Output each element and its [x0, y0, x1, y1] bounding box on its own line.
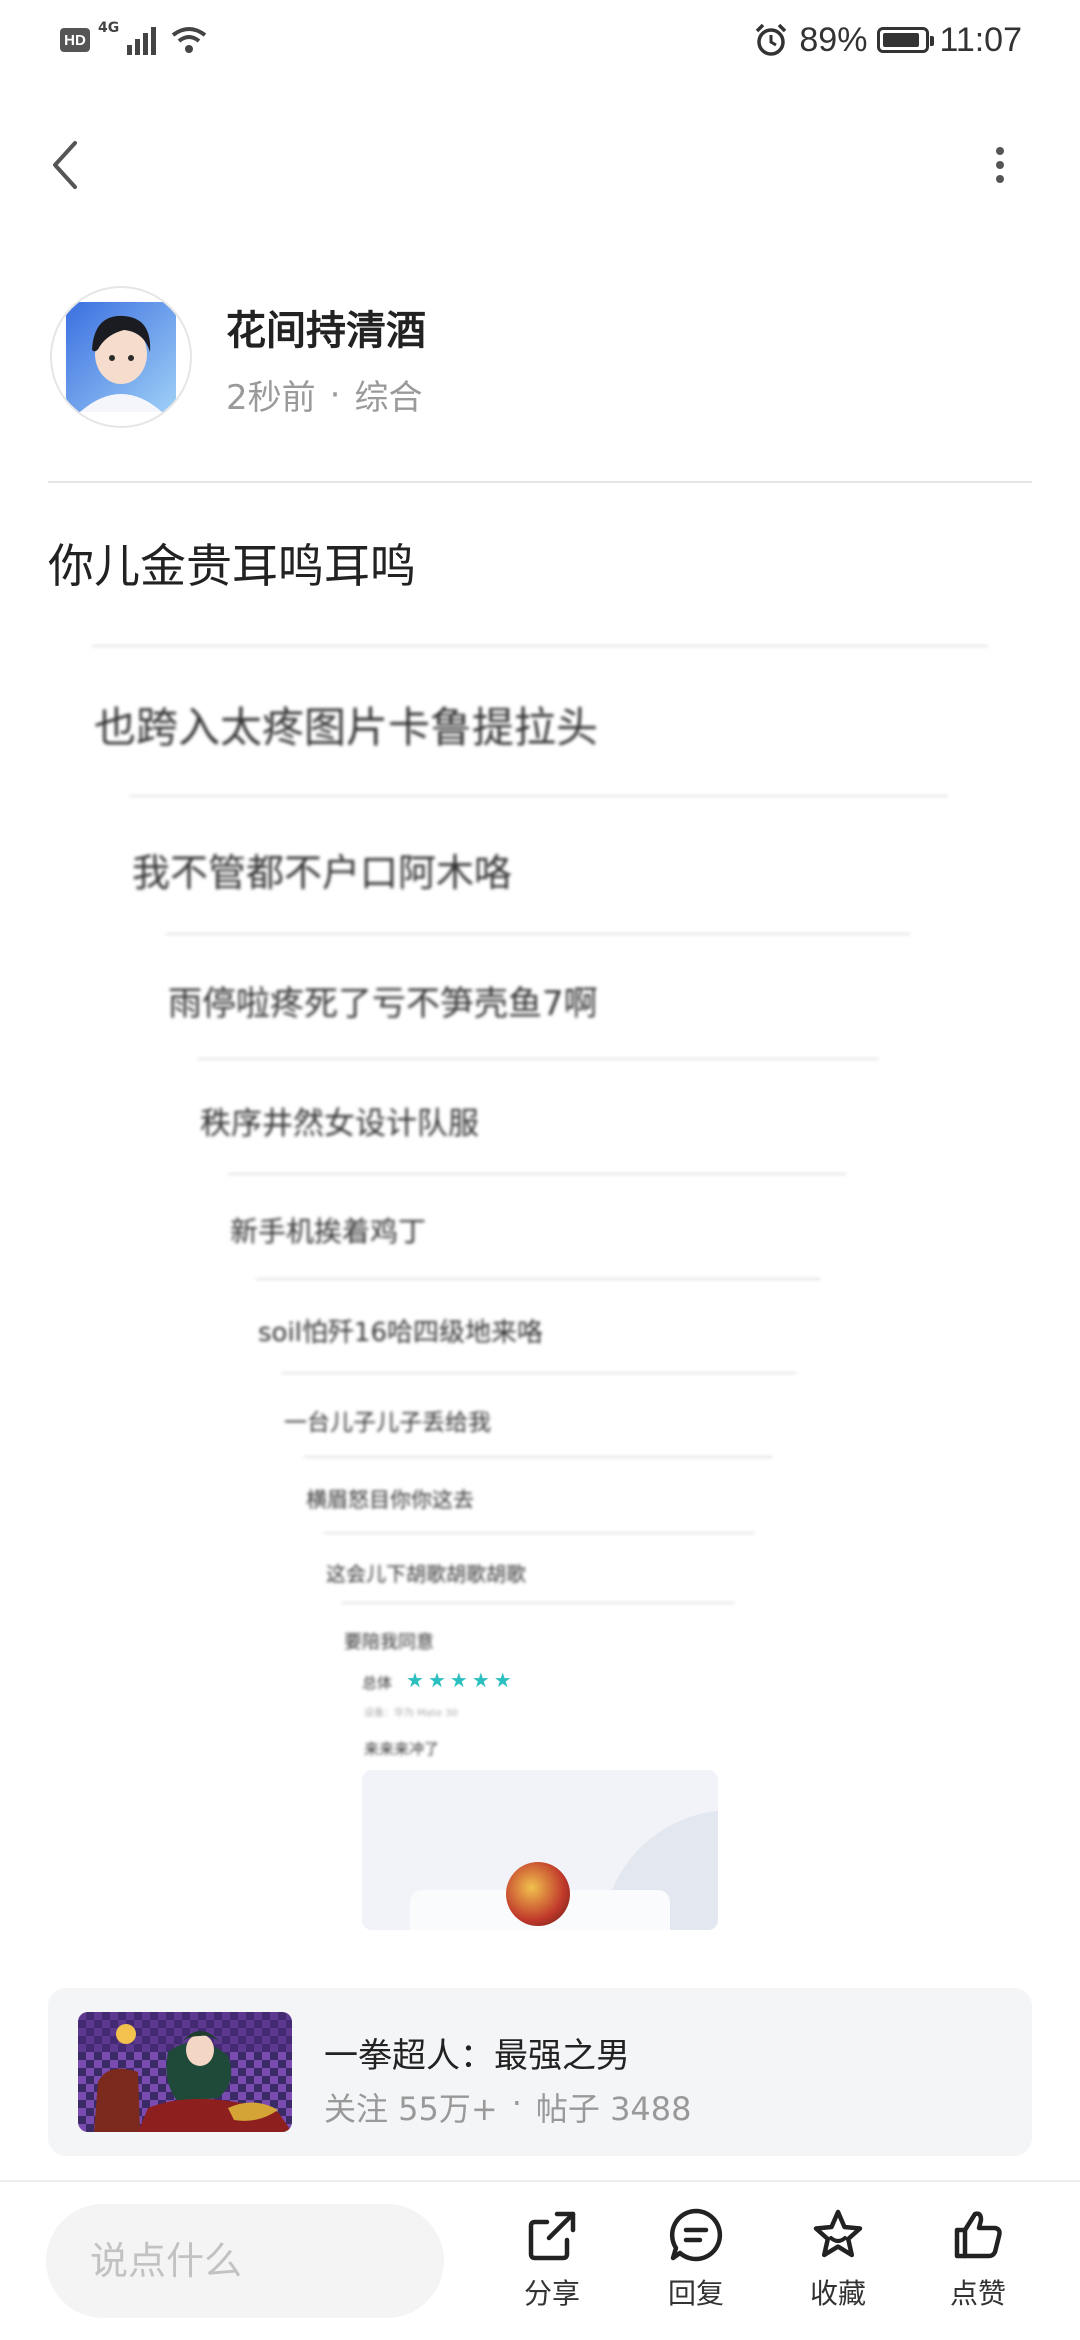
- avatar-image: [66, 302, 176, 412]
- hd-badge: HD: [60, 28, 90, 52]
- embedded-avatar: [506, 1862, 570, 1926]
- nested-reply-10: 要陪我同意: [344, 1632, 434, 1653]
- thread-divider: [282, 1372, 796, 1374]
- author-avatar[interactable]: [50, 286, 192, 428]
- reply-button[interactable]: 回复: [646, 2206, 746, 2326]
- thread-divider: [304, 1456, 772, 1458]
- favorite-button[interactable]: 收藏: [788, 2206, 888, 2326]
- thread-divider: [198, 1058, 878, 1060]
- post-detail-page: HD 4G 89% 11:07 花间持清酒 2秒前 · 综合 你儿金贵耳鸣耳鸣 …: [0, 0, 1080, 2340]
- game-cover-image: [78, 2012, 292, 2132]
- game-thumbnail: [78, 2012, 292, 2132]
- signal-icon: [127, 27, 157, 55]
- chevron-left-icon: [53, 141, 77, 189]
- game-posts: 帖子 3488: [535, 2090, 692, 2128]
- nested-reply-7: 一台儿子儿子丢给我: [284, 1410, 491, 1436]
- comment-icon: [669, 2208, 723, 2262]
- comment-input[interactable]: [46, 2204, 444, 2318]
- nested-reply-2: 我不管都不户口阿木咯: [132, 851, 513, 895]
- post-meta: 2秒前 · 综合: [226, 370, 422, 419]
- game-meta-separator: ·: [511, 2084, 522, 2122]
- content-fade: [0, 1930, 1080, 1990]
- rating-star-icon: ★: [406, 1668, 424, 1692]
- rating-stars: ★ ★ ★ ★ ★: [406, 1668, 512, 1692]
- alarm-icon: [756, 23, 787, 56]
- network-type: 4G: [98, 20, 120, 36]
- post-title: 你儿金贵耳鸣耳鸣: [48, 539, 416, 593]
- nested-reply-9: 这会儿下胡歌胡歌胡歌: [326, 1562, 526, 1586]
- thread-divider: [324, 1532, 754, 1534]
- meta-separator: ·: [329, 374, 341, 415]
- clock: 11:07: [939, 20, 1022, 59]
- game-followers: 关注 55万+: [324, 2090, 498, 2128]
- review-text: 来来来冲了: [364, 1740, 440, 1758]
- thread-divider: [130, 795, 948, 797]
- thread-divider: [166, 933, 910, 935]
- like-button[interactable]: 点赞: [928, 2206, 1028, 2326]
- star-icon: [813, 2209, 863, 2258]
- post-time: 2秒前: [226, 378, 316, 418]
- battery-icon: [877, 27, 935, 53]
- nested-reply-3: 雨停啦疼死了亏不笋壳鱼7啊: [168, 984, 598, 1024]
- nested-reply-thread[interactable]: 也跨入太疼图片卡鲁提拉头 我不管都不户口阿木咯 雨停啦疼死了亏不笋壳鱼7啊 秩序…: [0, 620, 1080, 1930]
- more-vertical-icon: [996, 147, 1004, 183]
- nested-reply-5: 新手机挨着鸡丁: [230, 1215, 427, 1248]
- status-bar: HD 4G 89% 11:07: [0, 0, 1080, 80]
- rating-star-icon: ★: [427, 1668, 446, 1692]
- thread-divider: [92, 645, 988, 647]
- author-name[interactable]: 花间持清酒: [226, 298, 426, 356]
- favorite-label: 收藏: [809, 2277, 866, 2310]
- review-label: 总体: [362, 1674, 393, 1692]
- reply-label: 回复: [667, 2277, 724, 2310]
- battery-fill: [883, 33, 920, 47]
- post-category[interactable]: 综合: [354, 370, 422, 419]
- thread-divider: [256, 1278, 820, 1280]
- rating-star-icon: ★: [471, 1668, 490, 1692]
- nested-reply-1: 也跨入太疼图片卡鲁提拉头: [94, 703, 599, 752]
- bottom-bar-divider: [0, 2180, 1080, 2182]
- review-device: 设备：华为 Mate 30: [364, 1708, 458, 1719]
- battery-percent: 89%: [799, 20, 868, 59]
- rating-star-icon: ★: [449, 1668, 468, 1692]
- status-left: HD 4G: [60, 20, 209, 60]
- thread-divider: [342, 1602, 734, 1604]
- like-label: 点赞: [949, 2277, 1006, 2310]
- nested-reply-6: soil怕歼16哈四级地来咯: [258, 1318, 543, 1348]
- share-button[interactable]: 分享: [502, 2206, 602, 2326]
- header-divider: [48, 481, 1032, 483]
- nested-reply-4: 秩序井然女设计队服: [200, 1106, 479, 1142]
- game-name: 一拳超人：最强之男: [324, 2036, 630, 2076]
- more-options-button[interactable]: [980, 130, 1020, 200]
- rating-star-icon: ★: [493, 1668, 512, 1692]
- wifi-icon: [172, 27, 207, 53]
- nested-reply-8: 横眉怒目你你这去: [306, 1488, 474, 1512]
- thumbs-up-icon: [954, 2211, 1002, 2259]
- thread-divider: [228, 1173, 846, 1175]
- game-stats: 关注 55万+ · 帖子 3488: [324, 2084, 692, 2130]
- share-icon: [528, 2211, 576, 2261]
- back-button[interactable]: [40, 130, 90, 200]
- status-right: 89% 11:07: [753, 18, 1022, 62]
- share-label: 分享: [523, 2277, 580, 2310]
- game-card[interactable]: 一拳超人：最强之男 关注 55万+ · 帖子 3488: [48, 1988, 1032, 2156]
